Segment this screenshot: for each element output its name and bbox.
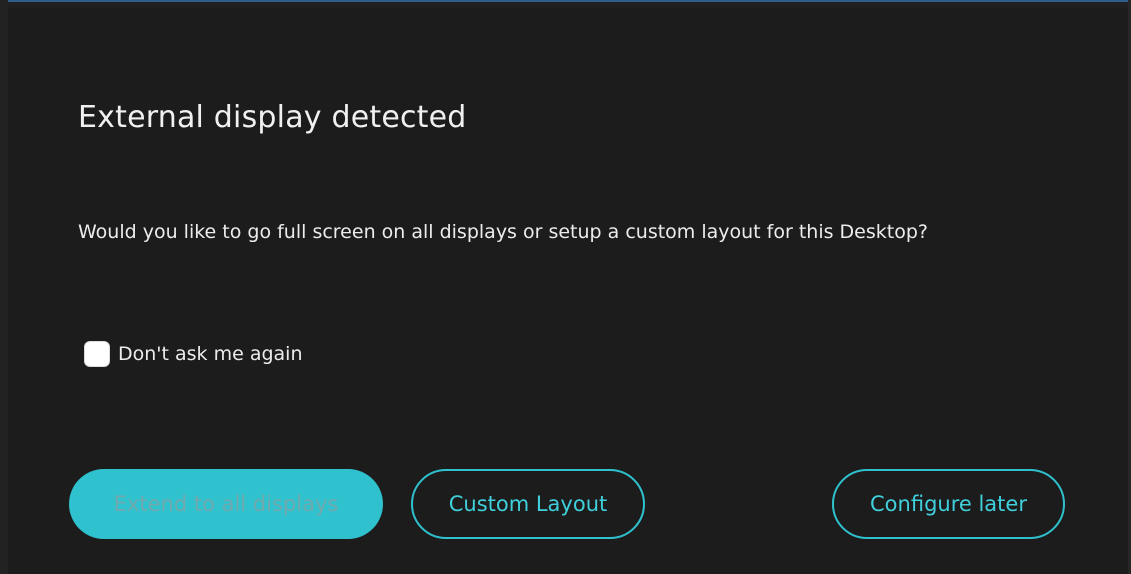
custom-layout-button[interactable]: Custom Layout (411, 469, 645, 539)
dont-ask-again-label[interactable]: Don't ask me again (118, 343, 303, 365)
extend-to-all-displays-button[interactable]: Extend to all displays (69, 469, 383, 539)
dont-ask-again-row[interactable]: Don't ask me again (84, 341, 303, 367)
window-top-edge (0, 0, 1131, 8)
dialog-title: External display detected (78, 100, 467, 135)
configure-later-button[interactable]: Configure later (832, 469, 1065, 539)
dont-ask-again-checkbox[interactable] (84, 341, 110, 367)
window-left-edge (0, 0, 8, 574)
dialog-message: Would you like to go full screen on all … (78, 221, 928, 243)
